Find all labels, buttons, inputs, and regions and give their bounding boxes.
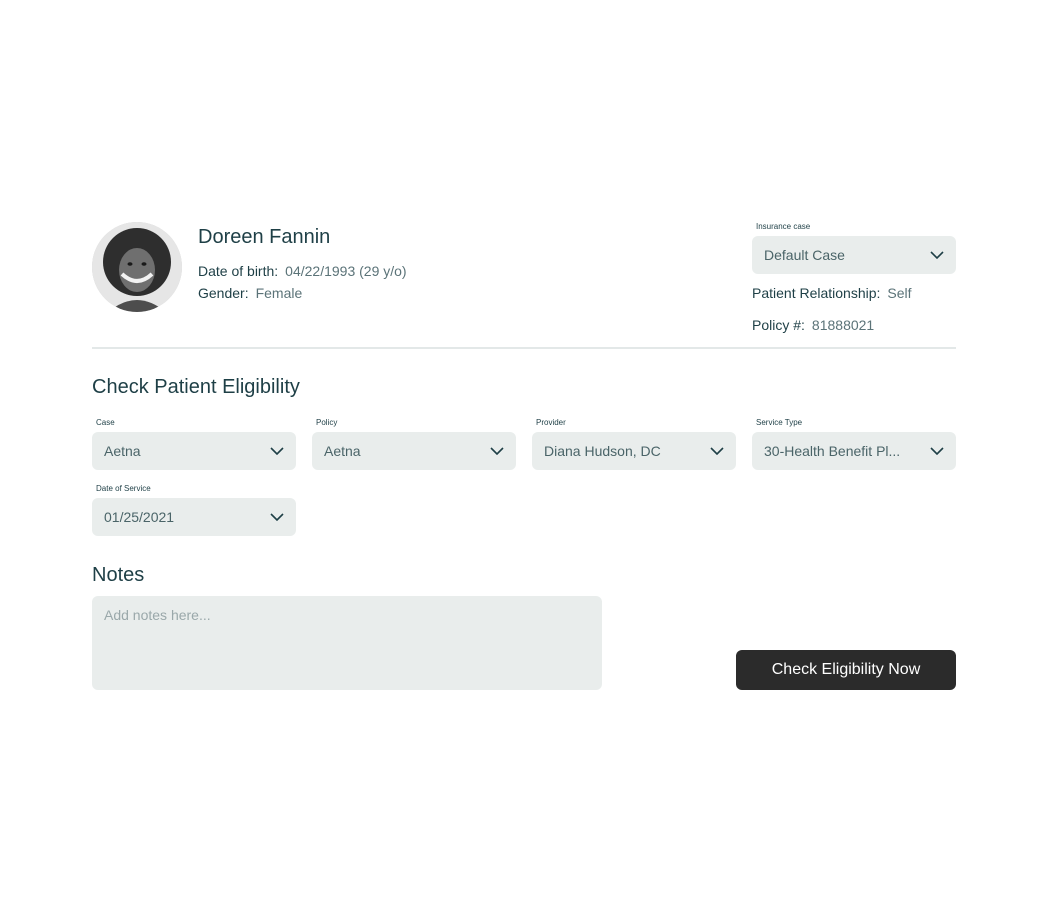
policy-row: Policy #: 81888021 <box>752 317 874 333</box>
case-select-value: Aetna <box>104 443 141 459</box>
policy-number-value: 81888021 <box>811 317 875 333</box>
eligibility-title: Check Patient Eligibility <box>92 376 300 398</box>
provider-field-label: Provider <box>536 418 566 427</box>
service-type-select-value: 30-Health Benefit Pl... <box>764 443 901 459</box>
relationship-row: Patient Relationship: Self <box>752 285 912 301</box>
chevron-down-icon <box>270 447 284 455</box>
notes-title: Notes <box>92 564 145 586</box>
service-type-field-label: Service Type <box>756 418 803 427</box>
insurance-case-select[interactable]: Default Case <box>752 236 956 274</box>
case-field-label: Case <box>96 418 115 427</box>
insurance-case-label: Insurance case <box>756 222 811 231</box>
gender-label: Gender: <box>198 285 249 301</box>
chevron-down-icon <box>270 513 284 521</box>
gender-row: Gender: Female <box>198 285 302 301</box>
dob-row: Date of birth: 04/22/1993 (29 y/o) <box>198 263 407 279</box>
policy-number-label: Policy #: <box>752 317 805 333</box>
policy-select-value: Aetna <box>324 443 361 459</box>
avatar-photo-icon <box>92 222 182 312</box>
provider-select-value: Diana Hudson, DC <box>544 443 661 459</box>
check-eligibility-button[interactable]: Check Eligibility Now <box>736 650 956 690</box>
notes-textarea[interactable] <box>92 596 602 690</box>
dob-value: 04/22/1993 (29 y/o) <box>285 263 407 279</box>
patient-avatar <box>92 222 182 312</box>
date-of-service-field-label: Date of Service <box>96 484 151 493</box>
insurance-case-value: Default Case <box>764 247 845 263</box>
patient-name: Doreen Fannin <box>198 226 331 248</box>
chevron-down-icon <box>930 447 944 455</box>
gender-value: Female <box>255 285 303 301</box>
case-select[interactable]: Aetna <box>92 432 296 470</box>
relationship-value: Self <box>887 285 912 301</box>
date-of-service-select[interactable]: 01/25/2021 <box>92 498 296 536</box>
chevron-down-icon <box>710 447 724 455</box>
header-divider <box>92 347 956 349</box>
dob-label: Date of birth: <box>198 263 279 279</box>
policy-select[interactable]: Aetna <box>312 432 516 470</box>
service-type-select[interactable]: 30-Health Benefit Pl... <box>752 432 956 470</box>
provider-select[interactable]: Diana Hudson, DC <box>532 432 736 470</box>
date-of-service-value: 01/25/2021 <box>104 509 175 525</box>
relationship-label: Patient Relationship: <box>752 285 881 301</box>
chevron-down-icon <box>490 447 504 455</box>
policy-field-label: Policy <box>316 418 338 427</box>
chevron-down-icon <box>930 251 944 259</box>
